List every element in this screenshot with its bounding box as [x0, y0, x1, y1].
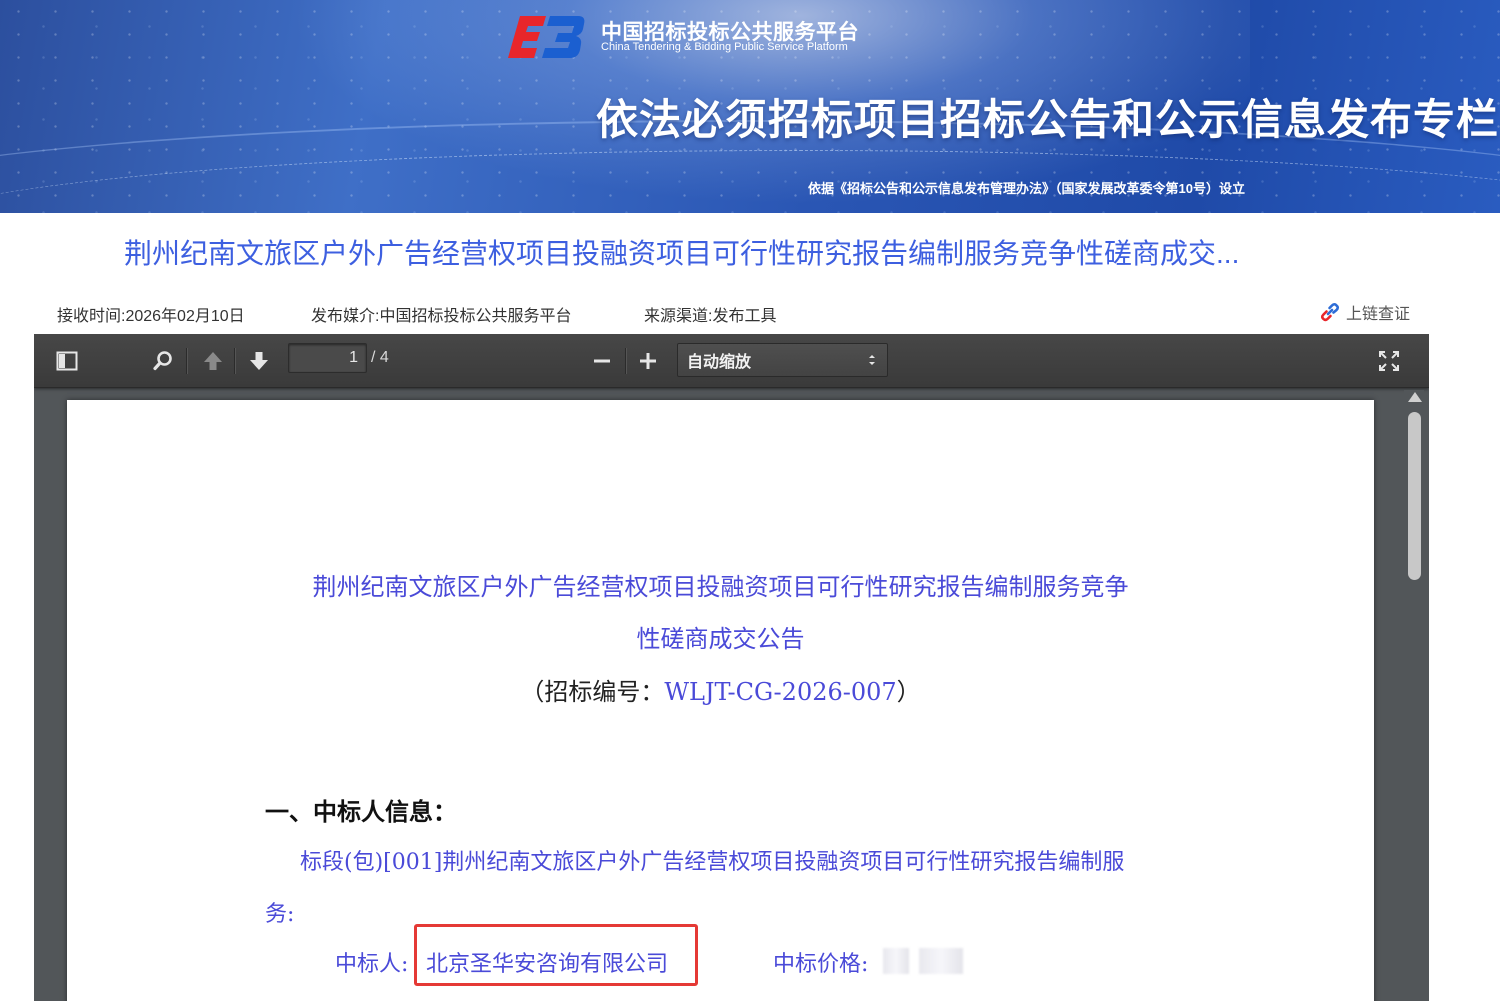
- publish-media: 发布媒介:中国招标投标公共服务平台: [311, 308, 572, 325]
- pdf-viewer: / 4 自动缩放: [34, 334, 1429, 1001]
- doc-section-heading: 一、中标人信息：: [265, 797, 457, 826]
- zoom-out-button[interactable]: [587, 346, 617, 376]
- header-banner: 中国招标投标公共服务平台 China Tendering & Bidding P…: [0, 0, 1500, 213]
- previous-page-button[interactable]: [198, 346, 228, 376]
- arrow-up-icon: [204, 352, 222, 370]
- select-arrows-icon: [869, 355, 875, 365]
- sidebar-toggle-button[interactable]: [52, 346, 82, 376]
- pdf-page: 荆州纪南文旅区户外广告经营权项目投融资项目可行性研究报告编制服务竞争 性磋商成交…: [67, 400, 1374, 1001]
- doc-tender-code: （招标编号：WLJT-CG-2026-007）: [67, 672, 1374, 707]
- redacted-price: [883, 948, 909, 974]
- doc-title-line2: 性磋商成交公告: [636, 625, 805, 653]
- banner-title: 依法必须招标项目招标公告和公示信息发布专栏: [596, 96, 1500, 143]
- scroll-up-arrow[interactable]: [1408, 392, 1422, 402]
- doc-price-label: 中标价格:: [773, 952, 869, 977]
- chain-link-icon: [1320, 302, 1340, 322]
- zoom-in-button[interactable]: [633, 346, 663, 376]
- page-total: / 4: [371, 349, 389, 366]
- plus-icon: [640, 353, 656, 369]
- toolbar-separator: [186, 348, 187, 374]
- doc-code-suffix: ）: [896, 678, 921, 706]
- next-page-button[interactable]: [244, 346, 274, 376]
- pdf-toolbar: / 4 自动缩放: [34, 334, 1429, 388]
- chain-verify-link[interactable]: 上链查证: [1318, 300, 1410, 324]
- platform-logo-icon: [508, 16, 585, 58]
- toolbar-separator: [234, 348, 235, 374]
- search-icon: [153, 351, 172, 371]
- doc-code-value: WLJT-CG-2026-007: [664, 678, 897, 706]
- redacted-price: [919, 948, 963, 974]
- toolbar-separator: [625, 348, 626, 374]
- page-title: 荆州纪南文旅区户外广告经营权项目投融资项目可行性研究报告编制服务竞争性磋商成交.…: [124, 238, 1240, 269]
- search-button[interactable]: [148, 346, 178, 376]
- doc-code-prefix: （招标编号：: [520, 678, 665, 706]
- doc-title-line1: 荆州纪南文旅区户外广告经营权项目投融资项目可行性研究报告编制服务竞争: [312, 573, 1129, 601]
- fullscreen-icon: [1379, 351, 1399, 371]
- sidebar-toggle-icon: [56, 351, 78, 371]
- minus-icon: [594, 359, 610, 363]
- source-channel: 来源渠道:发布工具: [644, 308, 777, 325]
- logo-title-en: China Tendering & Bidding Public Service…: [601, 41, 848, 53]
- chain-verify-label: 上链查证: [1346, 306, 1411, 323]
- zoom-select-value: 自动缩放: [687, 354, 752, 371]
- fullscreen-button[interactable]: [1374, 346, 1404, 376]
- arrow-down-icon: [250, 352, 268, 370]
- banner-subtitle: 依据《招标公告和公示信息发布管理办法》（国家发展改革委令第10号）设立: [808, 181, 1245, 196]
- scrollbar-thumb[interactable]: [1408, 412, 1421, 580]
- page-number-input[interactable]: [288, 343, 367, 373]
- receive-time: 接收时间:2026年02月10日: [57, 308, 245, 325]
- zoom-select[interactable]: 自动缩放: [677, 343, 888, 377]
- highlight-box: [414, 924, 698, 986]
- doc-winner-label: 中标人:: [335, 952, 409, 977]
- doc-lot-line2: 务:: [265, 902, 295, 927]
- doc-lot-line1: 标段(包)[001]荆州纪南文旅区户外广告经营权项目投融资项目可行性研究报告编制…: [300, 850, 1125, 875]
